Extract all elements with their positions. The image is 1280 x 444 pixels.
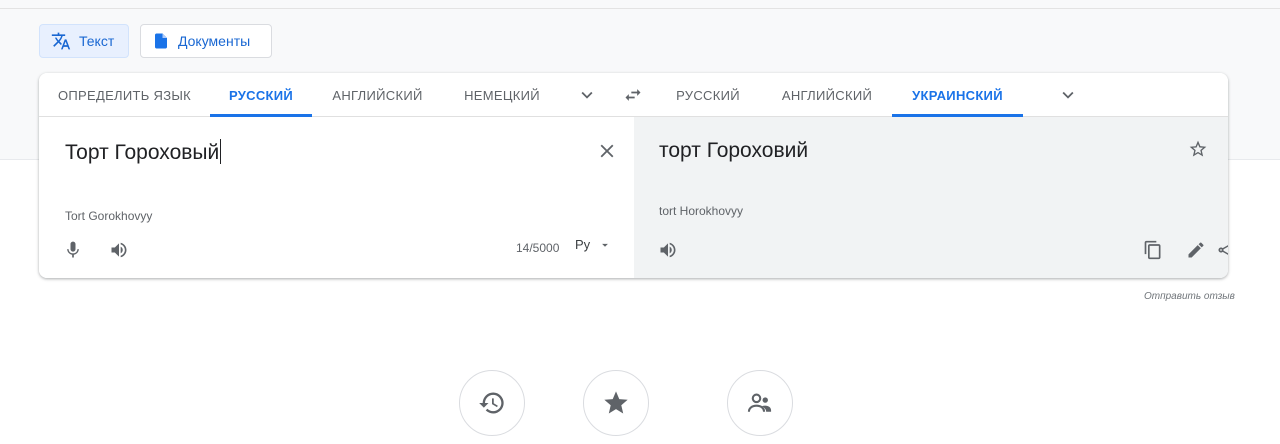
source-lang-tab-detect[interactable]: ОПРЕДЕЛИТЬ ЯЗЫК (39, 73, 210, 117)
swap-icon (625, 89, 641, 101)
target-lang-more-button[interactable] (1054, 81, 1082, 109)
source-text: Торт Гороховый (65, 141, 220, 164)
history-button[interactable] (459, 370, 525, 436)
target-lang-tab-russian[interactable]: РУССКИЙ (664, 73, 752, 117)
translation-transliteration: tort Horokhovyy (659, 204, 744, 218)
edit-translation-button[interactable] (1182, 236, 1210, 264)
language-bar: ОПРЕДЕЛИТЬ ЯЗЫК РУССКИЙ АНГЛИЙСКИЙ НЕМЕЦ… (39, 73, 1228, 117)
target-lang-label: УКРАИНСКИЙ (912, 87, 1003, 103)
listen-source-button[interactable] (105, 236, 133, 264)
saved-translations-button[interactable] (583, 370, 649, 436)
source-lang-label: ОПРЕДЕЛИТЬ ЯЗЫК (57, 87, 192, 103)
history-icon (479, 392, 504, 414)
close-icon (600, 144, 614, 158)
target-lang-tab-english[interactable]: АНГЛИЙСКИЙ (752, 73, 902, 117)
text-caret (220, 139, 222, 164)
chevron-down-icon (1062, 91, 1074, 99)
clear-source-button[interactable] (593, 137, 621, 165)
copy-icon (1144, 240, 1161, 260)
source-lang-tab-english[interactable]: АНГЛИЙСКИЙ (312, 73, 443, 117)
source-lang-label: АНГЛИЙСКИЙ (332, 87, 423, 103)
source-pane: Торт Гороховый Tort Gorokhovyy 14/5000 Р… (39, 117, 634, 278)
header-divider (0, 8, 1280, 9)
source-transliteration: Tort Gorokhovyy (65, 209, 153, 223)
character-counter: 14/5000 (516, 241, 560, 255)
share-translation-button[interactable] (1212, 236, 1228, 264)
translate-icon (51, 32, 71, 50)
source-text-input[interactable]: Торт Гороховый (65, 139, 222, 165)
target-lang-tab-ukrainian[interactable]: УКРАИНСКИЙ (892, 73, 1023, 117)
input-tools-button[interactable]: Ру (575, 237, 612, 252)
community-icon (747, 393, 772, 412)
voice-input-button[interactable] (59, 236, 87, 264)
chevron-down-icon (581, 91, 593, 99)
text-mode-label: Текст (79, 33, 115, 49)
keyboard-label: Ру (575, 237, 591, 252)
caret-down-icon (602, 243, 609, 247)
translation-text: торт Гороховий (659, 139, 809, 162)
target-pane: торт Гороховий tort Horokhovyy (634, 117, 1228, 278)
community-button[interactable] (727, 370, 793, 436)
documents-mode-button[interactable]: Документы (140, 24, 272, 58)
documents-mode-label: Документы (178, 33, 251, 49)
listen-translation-button[interactable] (654, 236, 682, 264)
text-mode-button[interactable]: Текст (39, 24, 129, 58)
copy-translation-button[interactable] (1139, 236, 1167, 264)
source-lang-tab-german[interactable]: НЕМЕЦКИЙ (443, 73, 561, 117)
source-lang-tab-russian[interactable]: РУССКИЙ (210, 73, 312, 117)
target-lang-label: РУССКИЙ (676, 87, 740, 103)
save-translation-button[interactable] (1184, 135, 1212, 163)
translator-card: ОПРЕДЕЛИТЬ ЯЗЫК РУССКИЙ АНГЛИЙСКИЙ НЕМЕЦ… (39, 73, 1228, 278)
document-icon (155, 33, 167, 49)
target-lang-label: АНГЛИЙСКИЙ (781, 87, 873, 103)
share-icon (1218, 245, 1228, 255)
star-outline-icon (1189, 140, 1207, 157)
star-icon (604, 391, 628, 414)
speaker-icon (660, 242, 676, 258)
mic-icon (67, 241, 79, 258)
speaker-icon (111, 242, 127, 258)
send-feedback-link[interactable]: Отправить отзыв (1144, 291, 1235, 302)
source-lang-more-button[interactable] (573, 81, 601, 109)
source-lang-label: РУССКИЙ (228, 87, 294, 103)
swap-languages-button[interactable] (619, 81, 647, 109)
source-lang-label: НЕМЕЦКИЙ (464, 87, 540, 103)
pencil-icon (1188, 242, 1204, 258)
